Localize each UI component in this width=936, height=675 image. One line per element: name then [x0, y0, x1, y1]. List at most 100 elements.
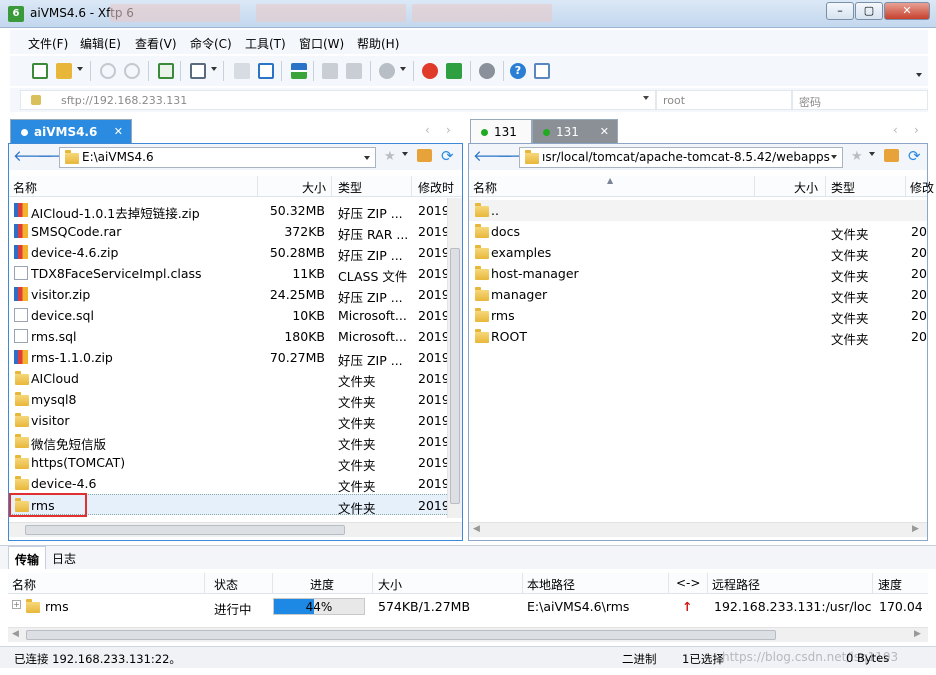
properties-icon[interactable] [158, 63, 174, 79]
menu-window[interactable]: 窗口(W) [299, 35, 344, 52]
column-progress[interactable]: 进度 [310, 576, 334, 593]
copy-file-icon[interactable] [234, 63, 250, 79]
scrollbar-thumb[interactable] [25, 525, 345, 535]
refresh-icon[interactable]: ⟳ [441, 147, 454, 165]
gear-icon[interactable] [479, 63, 495, 79]
terminal-icon[interactable] [190, 63, 206, 79]
expand-icon[interactable]: + [12, 600, 21, 609]
table-row[interactable]: rms 文件夹 2019 [9, 493, 447, 517]
table-row[interactable]: SMSQCode.rar 372KB 好压 RAR ... 2019 [9, 221, 447, 242]
star-icon[interactable]: ★ [384, 149, 396, 164]
transfer-horizontal-scrollbar[interactable]: ◀ ▶ [8, 627, 928, 642]
chevron-down-icon[interactable] [643, 96, 649, 100]
chevron-down-icon[interactable] [77, 67, 83, 71]
menu-file[interactable]: 文件(F) [28, 35, 68, 52]
chevron-down-icon[interactable] [869, 152, 875, 156]
new-session-icon[interactable] [32, 63, 48, 79]
table-row[interactable]: host-manager 文件夹 201 [469, 263, 927, 284]
column-size[interactable]: 大小 [378, 576, 402, 593]
star-icon[interactable]: ★ [851, 149, 863, 164]
connect-icon[interactable] [100, 63, 116, 79]
chevron-down-icon[interactable] [211, 67, 217, 71]
menu-view[interactable]: 查看(V) [135, 35, 177, 52]
column-direction[interactable]: <-> [676, 576, 700, 590]
paste-icon[interactable] [346, 63, 362, 79]
tab-log[interactable]: 日志 [52, 550, 76, 567]
table-row[interactable]: rms.sql 180KB Microsoft... 2019 [9, 326, 447, 347]
open-folder-icon[interactable] [56, 63, 72, 79]
table-row[interactable]: .. [469, 200, 927, 221]
column-speed[interactable]: 速度 [878, 576, 902, 593]
chevron-down-icon[interactable] [402, 152, 408, 156]
column-name[interactable]: 名称 [13, 179, 37, 196]
table-row[interactable]: TDX8FaceServiceImpl.class 11KB CLASS 文件 201… [9, 263, 447, 284]
scrollbar-thumb[interactable] [450, 248, 460, 504]
scroll-left-icon[interactable]: ‹ [893, 123, 898, 137]
table-row[interactable]: ROOT 文件夹 201 [469, 326, 927, 347]
table-row[interactable]: 微信免短信版 文件夹 2019 [9, 431, 447, 452]
table-row[interactable]: AICloud-1.0.1去掉短链接.zip 50.32MB 好压 ZIP ... 2… [9, 200, 447, 221]
chevron-down-icon[interactable] [916, 73, 922, 77]
globe-icon[interactable] [379, 63, 395, 79]
disconnect-icon[interactable] [124, 63, 140, 79]
username-field[interactable]: root [656, 90, 792, 110]
chat-icon[interactable] [534, 63, 550, 79]
host-field[interactable]: sftp://192.168.233.131 [20, 90, 656, 110]
column-remote-path[interactable]: 远程路径 [712, 576, 760, 593]
scroll-right-icon[interactable]: › [446, 123, 451, 137]
table-row[interactable]: device.sql 10KB Microsoft... 2019 [9, 305, 447, 326]
password-field[interactable]: 密码 [792, 90, 928, 110]
column-local-path[interactable]: 本地路径 [527, 576, 575, 593]
chevron-down-icon[interactable] [364, 156, 370, 160]
table-row[interactable]: visitor 文件夹 2019 [9, 410, 447, 431]
transfer-mode[interactable]: 二进制 [622, 651, 657, 667]
close-icon[interactable]: ✕ [600, 125, 609, 138]
transfer-row[interactable]: + rms 进行中 574KB/1.27MB E:\aiVMS4.6\rms ↑… [8, 596, 928, 617]
close-icon[interactable]: ✕ [114, 125, 123, 138]
table-row[interactable]: visitor.zip 24.25MB 好压 ZIP ... 2019 [9, 284, 447, 305]
local-vertical-scrollbar[interactable] [447, 198, 462, 518]
scroll-right-icon[interactable]: ▶ [914, 629, 921, 639]
home-icon[interactable] [884, 149, 899, 162]
table-row[interactable]: device-4.6.zip 50.28MB 好压 ZIP ... 2019 [9, 242, 447, 263]
column-type[interactable]: 类型 [338, 179, 362, 196]
menu-edit[interactable]: 编辑(E) [80, 35, 121, 52]
new-file-icon[interactable] [258, 63, 274, 79]
column-modified[interactable]: 修改时 [418, 179, 454, 196]
column-size[interactable]: 大小 [302, 179, 326, 196]
xftp-icon[interactable] [446, 63, 462, 79]
help-icon[interactable]: ? [510, 63, 526, 79]
refresh-icon[interactable]: ⟳ [908, 147, 921, 165]
tab-transfer[interactable]: 传输 [8, 546, 47, 569]
table-row[interactable]: docs 文件夹 201 [469, 221, 927, 242]
xshell-icon[interactable] [422, 63, 438, 79]
menu-tools[interactable]: 工具(T) [245, 35, 286, 52]
column-status[interactable]: 状态 [214, 576, 238, 593]
local-path-field[interactable]: E:\aiVMS4.6 [59, 147, 376, 168]
tab-remote-2[interactable]: 131 ✕ [532, 119, 618, 143]
scroll-left-icon[interactable]: ◀ [12, 629, 19, 639]
column-type[interactable]: 类型 [831, 179, 855, 196]
sync-icon[interactable] [291, 63, 307, 79]
table-row[interactable]: AICloud 文件夹 2019 [9, 368, 447, 389]
scroll-right-icon[interactable]: ▶ [912, 524, 919, 534]
column-name[interactable]: 名称 [12, 576, 36, 593]
column-name[interactable]: 名称 [473, 179, 497, 196]
close-button[interactable]: ✕ [884, 2, 930, 20]
table-row[interactable]: rms-1.1.0.zip 70.27MB 好压 ZIP ... 2019 [9, 347, 447, 368]
tab-local[interactable]: aiVMS4.6 ✕ [10, 119, 132, 143]
menu-command[interactable]: 命令(C) [190, 35, 232, 52]
minimize-button[interactable]: – [826, 2, 854, 20]
chevron-down-icon[interactable] [400, 67, 406, 71]
scrollbar-thumb[interactable] [26, 630, 776, 640]
remote-path-field[interactable]: ısr/local/tomcat/apache-tomcat-8.5.42/we… [519, 147, 843, 168]
home-icon[interactable] [417, 149, 432, 162]
maximize-button[interactable]: ▢ [855, 2, 883, 20]
chevron-down-icon[interactable] [831, 155, 837, 159]
table-row[interactable]: mysql8 文件夹 2019 [9, 389, 447, 410]
remote-horizontal-scrollbar[interactable]: ◀ ▶ [469, 522, 927, 537]
menu-help[interactable]: 帮助(H) [357, 35, 399, 52]
tab-remote-1[interactable]: 131 [470, 119, 532, 143]
table-row[interactable]: device-4.6 文件夹 2019 [9, 473, 447, 494]
scroll-left-icon[interactable]: ◀ [473, 524, 480, 534]
